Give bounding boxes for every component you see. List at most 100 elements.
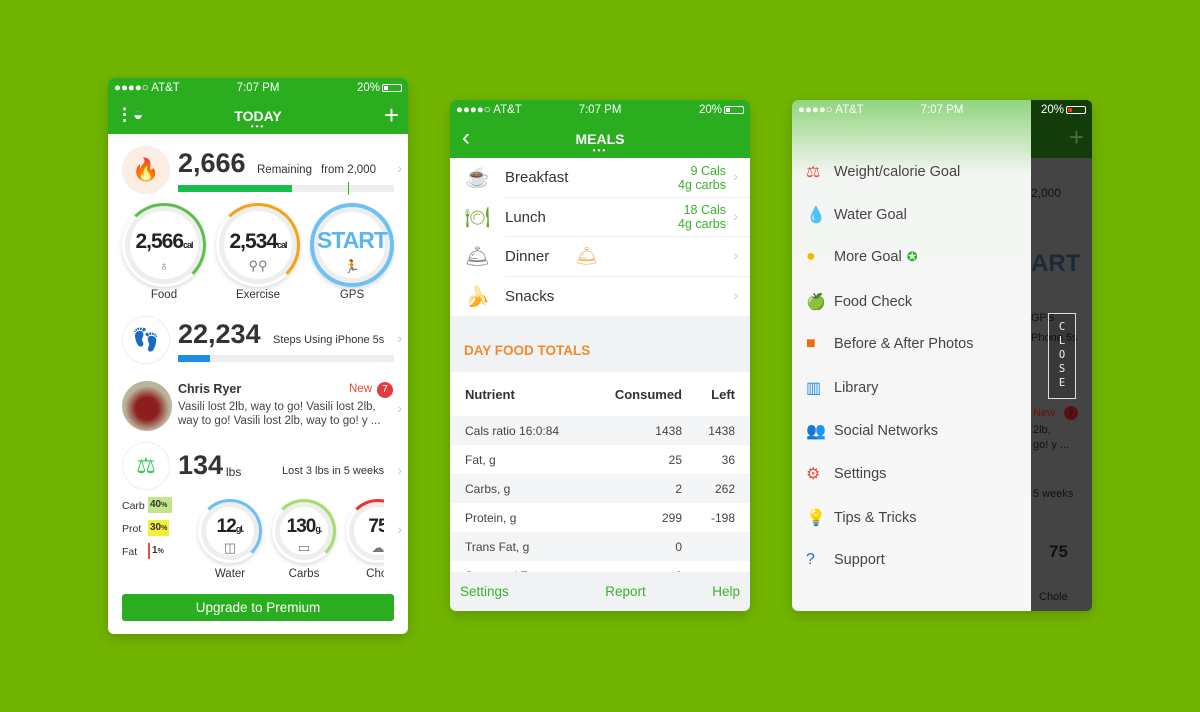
- bulb-icon: 💡: [806, 509, 826, 527]
- macro-label: Carb: [122, 500, 145, 512]
- menu-item-label: Food Check: [834, 293, 913, 310]
- menu-item[interactable]: ⚙ Settings: [806, 464, 886, 484]
- more-icon: ●: [806, 248, 816, 266]
- col-nutrient: Nutrient: [465, 386, 515, 402]
- meals-screen: ●●●●○ AT&T 7:07 PM 20% ‹ MEALS ••• ☕ Brea…: [450, 100, 750, 611]
- report-link[interactable]: Report: [605, 584, 646, 599]
- chevron-right-icon[interactable]: ›: [733, 247, 738, 263]
- exercise-ring[interactable]: 2,534cal ⚲⚲: [216, 203, 300, 287]
- nutrient-name: Protein, g: [465, 510, 517, 525]
- food-label: Food: [150, 289, 178, 301]
- runner-icon: 🏃: [343, 259, 361, 274]
- dimmed-background[interactable]: + 2,000 ART GPS Phone 5s New 7 2lb, go! …: [1031, 100, 1092, 611]
- menu-item-label: More Goal: [834, 249, 902, 266]
- menu-item-label: Water Goal: [834, 207, 907, 224]
- gps-start-button[interactable]: START 🏃: [310, 203, 394, 287]
- settings-link[interactable]: Settings: [460, 584, 509, 599]
- behind-text: 2lb,: [1033, 424, 1051, 436]
- add-icon[interactable]: +: [384, 100, 399, 131]
- nutrient-name: Trans Fat, g: [465, 539, 530, 554]
- food-ring[interactable]: 2,566cal ♁: [122, 203, 206, 287]
- chevron-right-icon[interactable]: ›: [397, 330, 402, 346]
- apple-icon: ♁: [159, 258, 169, 273]
- nutrient-ring[interactable]: 75 ☁: [346, 499, 384, 563]
- nutrient-ring[interactable]: 130g. ▭: [272, 499, 336, 563]
- table-row: Trans Fat, g 0: [450, 532, 750, 561]
- menu-item[interactable]: ? Support: [806, 551, 885, 569]
- weight-note: Lost 3 lbs in 5 weeks: [282, 465, 385, 477]
- menu-item[interactable]: 🍏 Food Check: [806, 292, 912, 312]
- col-consumed: Consumed: [614, 386, 682, 402]
- nutrient-label: Water: [214, 568, 246, 580]
- chol-icon: ☁: [371, 540, 385, 555]
- carrier: ●●●●○ AT&T: [456, 104, 522, 116]
- battery-icon: [724, 105, 744, 114]
- menu-item[interactable]: 💡 Tips & Tricks: [806, 508, 916, 528]
- meal-name: Dinner: [505, 248, 550, 265]
- menu-item[interactable]: ■ Before & After Photos: [806, 335, 973, 353]
- chevron-right-icon[interactable]: ›: [733, 287, 738, 303]
- gps-label: GPS: [339, 289, 365, 301]
- battery-icon: [382, 83, 402, 92]
- weight-value: 134: [178, 450, 224, 480]
- behind-text: go! y ...: [1033, 439, 1070, 451]
- steps-progress-bar: [178, 355, 394, 362]
- menu-item[interactable]: ▥ Library: [806, 378, 878, 398]
- gear-icon: ⚙: [806, 466, 821, 484]
- meal-list: ☕ Breakfast 9 Cals 4g carbs › 🍽 Lunch 18 Cals 4g…: [450, 158, 750, 316]
- menu-item-label: Weight/calorie Goal: [834, 164, 961, 180]
- flame-icon: 🔥: [122, 146, 170, 194]
- meal-row[interactable]: 🛎 Dinner 🛎 ›: [450, 237, 750, 276]
- menu-scale-icon[interactable]: ⋮◒: [116, 105, 143, 125]
- menu-item[interactable]: ● More Goal ✪: [806, 248, 918, 266]
- header: ●●●●○ AT&T 7:07 PM 20% ⋮◒ TODAY ••• +: [108, 78, 408, 134]
- help-link[interactable]: Help: [712, 584, 740, 599]
- col-left: Left: [711, 386, 735, 402]
- meal-row[interactable]: 🍽 Lunch 18 Cals 4g carbs ›: [450, 198, 750, 237]
- feed-message[interactable]: Vasili lost 2lb, way to go! Vasili lost …: [178, 400, 392, 428]
- chevron-right-icon[interactable]: ›: [397, 521, 402, 537]
- macro-value: 30%: [148, 520, 170, 536]
- feed-author: Chris Ryer: [178, 382, 242, 396]
- back-chevron-icon[interactable]: ‹: [462, 124, 470, 152]
- behind-text: ART: [1031, 250, 1081, 277]
- chevron-right-icon[interactable]: ›: [733, 168, 738, 184]
- menu-item[interactable]: 💧 Water Goal: [806, 205, 907, 225]
- weight-unit: lbs: [226, 465, 242, 479]
- table-row: Fat, g 25 36: [450, 445, 750, 474]
- menu-item-label: Before & After Photos: [834, 335, 974, 352]
- new-label: New: [349, 383, 373, 395]
- menu-item-label: Library: [834, 380, 879, 396]
- footsteps-icon: 👣: [122, 316, 170, 364]
- menu-item[interactable]: ⚖ Weight/calorie Goal: [806, 162, 960, 182]
- meal-row[interactable]: 🍌 Snacks ›: [450, 277, 750, 316]
- chevron-right-icon[interactable]: ›: [397, 462, 402, 478]
- avatar[interactable]: [122, 381, 172, 431]
- nutrient-table: Nutrient Consumed Left Cals ratio 16:0:8…: [450, 372, 750, 572]
- nutrient-ring[interactable]: 12gl. ◫: [198, 499, 262, 563]
- chevron-right-icon[interactable]: ›: [397, 160, 402, 176]
- close-label: CLOSE: [1058, 321, 1066, 389]
- behind-text: 2,000: [1031, 186, 1062, 200]
- status-bar: ●●●●○ AT&T 7:07 PM 20%: [792, 100, 1092, 120]
- nav-bar: ⋮◒ TODAY ••• +: [108, 98, 408, 134]
- chevron-right-icon[interactable]: ›: [397, 400, 402, 416]
- battery-icon: [1066, 105, 1086, 114]
- new-count-badge: 7: [377, 382, 393, 398]
- consumed-value: 25: [668, 452, 682, 467]
- page-dots: •••: [592, 146, 608, 155]
- totals-title: DAY FOOD TOTALS: [464, 343, 591, 358]
- today-screen: ●●●●○ AT&T 7:07 PM 20% ⋮◒ TODAY ••• + 🔥 …: [108, 78, 408, 634]
- plate-icon: 🍽: [464, 206, 491, 229]
- meal-row[interactable]: ☕ Breakfast 9 Cals 4g carbs ›: [450, 158, 750, 197]
- exercise-label: Exercise: [235, 289, 281, 301]
- drawer-screen: + 2,000 ART GPS Phone 5s New 7 2lb, go! …: [792, 100, 1092, 611]
- cup-icon: ◫: [223, 540, 237, 555]
- table-row: Cals ratio 16:0:84 1438 1438: [450, 416, 750, 445]
- close-button[interactable]: CLOSE: [1048, 313, 1076, 399]
- upgrade-button[interactable]: Upgrade to Premium: [122, 594, 394, 621]
- menu-item[interactable]: 👥 Social Networks: [806, 421, 938, 441]
- side-drawer: ●●●●○ AT&T 7:07 PM 20% ⚖ Weight/calorie G…: [792, 100, 1086, 611]
- scale-icon: ⚖: [122, 442, 170, 490]
- chevron-right-icon[interactable]: ›: [733, 208, 738, 224]
